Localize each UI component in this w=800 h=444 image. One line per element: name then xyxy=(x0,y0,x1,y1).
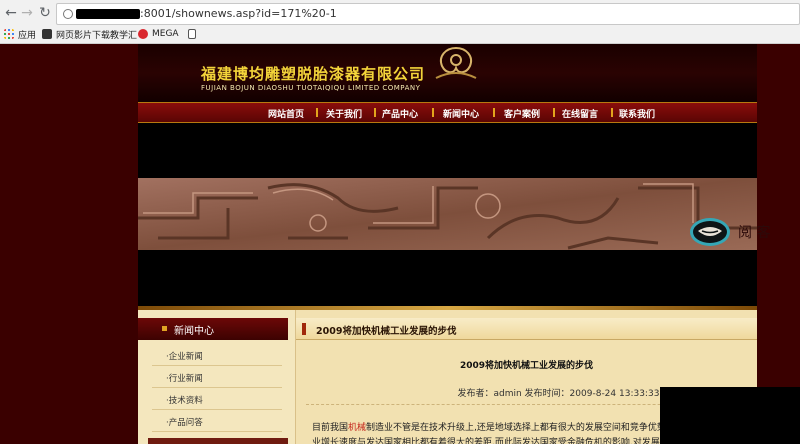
keyword-link[interactable]: 机械 xyxy=(348,423,366,433)
company-name-cn: 福建博均雕塑脱胎漆器有限公司 xyxy=(201,65,426,83)
blank-page-icon xyxy=(188,29,196,39)
sidebar-item-company-news[interactable]: ·企业新闻 xyxy=(166,350,203,362)
banner-black-top xyxy=(138,124,757,178)
menu-divider xyxy=(611,108,613,117)
mega-icon xyxy=(138,29,148,39)
menu-divider xyxy=(432,108,434,117)
banner-image xyxy=(138,178,757,250)
website: 福建博均雕塑脱胎漆器有限公司 FUJIAN BOJUN DIAOSHU TUOT… xyxy=(138,44,757,444)
sidebar-next-section xyxy=(148,438,288,444)
bookmark-label: 应用 xyxy=(18,30,37,41)
bookmark-label: MEGA xyxy=(152,29,179,39)
bookmarks-bar: 应用 网页影片下载教学汇 MEGA xyxy=(0,27,800,43)
sidebar-item-industry-news[interactable]: ·行业新闻 xyxy=(166,372,203,384)
menu-news[interactable]: 新闻中心 xyxy=(443,107,479,120)
bookmark-favicon-icon xyxy=(42,29,52,39)
menu-divider xyxy=(374,108,376,117)
banner-black-bottom xyxy=(138,250,757,306)
menu-divider xyxy=(316,108,318,117)
divider xyxy=(152,431,282,432)
ornament-icon xyxy=(435,46,477,79)
badge-label: 阅 客 xyxy=(738,225,771,241)
para-text: 制造业不管是在技术升级上,还是地域选择上都有很大的发展空间和竞争优势 xyxy=(366,423,666,433)
menu-home[interactable]: 网站首页 xyxy=(268,107,304,120)
sidebar-item-product-faq[interactable]: ·产品问答 xyxy=(166,416,203,428)
menu-products[interactable]: 产品中心 xyxy=(382,107,418,120)
main-menu: 网站首页 关于我们 产品中心 新闻中心 客户案例 在线留言 联系我们 xyxy=(138,102,757,123)
black-overlay xyxy=(660,387,800,444)
sidebar-header: 新闻中心 xyxy=(138,318,288,340)
divider xyxy=(152,387,282,388)
site-header: 福建博均雕塑脱胎漆器有限公司 FUJIAN BOJUN DIAOSHU TUOT… xyxy=(138,44,757,102)
menu-contact[interactable]: 联系我们 xyxy=(619,107,655,120)
menu-message[interactable]: 在线留言 xyxy=(562,107,598,120)
divider xyxy=(152,365,282,366)
redacted-host xyxy=(76,9,140,19)
browser-chrome: ← → ↻ :8001/shownews.asp?id=171%20-1 应用 … xyxy=(0,0,800,44)
bookmark-blank[interactable] xyxy=(188,27,200,41)
relief-carving-image xyxy=(138,178,757,250)
sidebar: 新闻中心 ·企业新闻 ·行业新闻 ·技术资料 ·产品问答 xyxy=(138,310,296,444)
address-bar[interactable]: :8001/shownews.asp?id=171%20-1 xyxy=(56,3,800,25)
reload-icon[interactable]: ↻ xyxy=(36,4,54,22)
bullet-icon xyxy=(162,326,167,331)
meta-text: 发布者：admin 发布时间：2009-8-24 13:33:33 阅读： xyxy=(457,389,690,399)
menu-cases[interactable]: 客户案例 xyxy=(504,107,540,120)
forward-icon[interactable]: → xyxy=(18,4,36,22)
url-text: :8001/shownews.asp?id=171%20-1 xyxy=(140,7,337,20)
bookmark-label: 网页影片下载教学汇 xyxy=(56,30,138,41)
menu-about[interactable]: 关于我们 xyxy=(326,107,362,120)
bookmark-mega[interactable]: MEGA xyxy=(138,27,179,41)
article-header-title: 2009将加快机械工业发展的步伐 xyxy=(316,326,457,337)
site-info-icon[interactable] xyxy=(63,9,73,19)
menu-divider xyxy=(493,108,495,117)
bookmark-apps[interactable]: 应用 xyxy=(4,27,36,41)
apps-icon xyxy=(4,29,14,39)
sidebar-item-tech-docs[interactable]: ·技术资料 xyxy=(166,394,203,406)
divider xyxy=(152,409,282,410)
chat-badge-icon[interactable] xyxy=(690,218,730,246)
article-header: 2009将加快机械工业发展的步伐 xyxy=(296,318,757,340)
lips-icon xyxy=(698,227,722,236)
header-bar-icon xyxy=(302,323,306,335)
bookmark-video-tutorial[interactable]: 网页影片下载教学汇 xyxy=(42,27,137,41)
para-text: 目前我国 xyxy=(312,423,349,433)
company-name-en: FUJIAN BOJUN DIAOSHU TUOTAIQIQU LIMITED … xyxy=(201,84,421,92)
article-title: 2009将加快机械工业发展的步伐 xyxy=(459,361,594,371)
menu-divider xyxy=(553,108,555,117)
sidebar-title: 新闻中心 xyxy=(174,326,214,337)
